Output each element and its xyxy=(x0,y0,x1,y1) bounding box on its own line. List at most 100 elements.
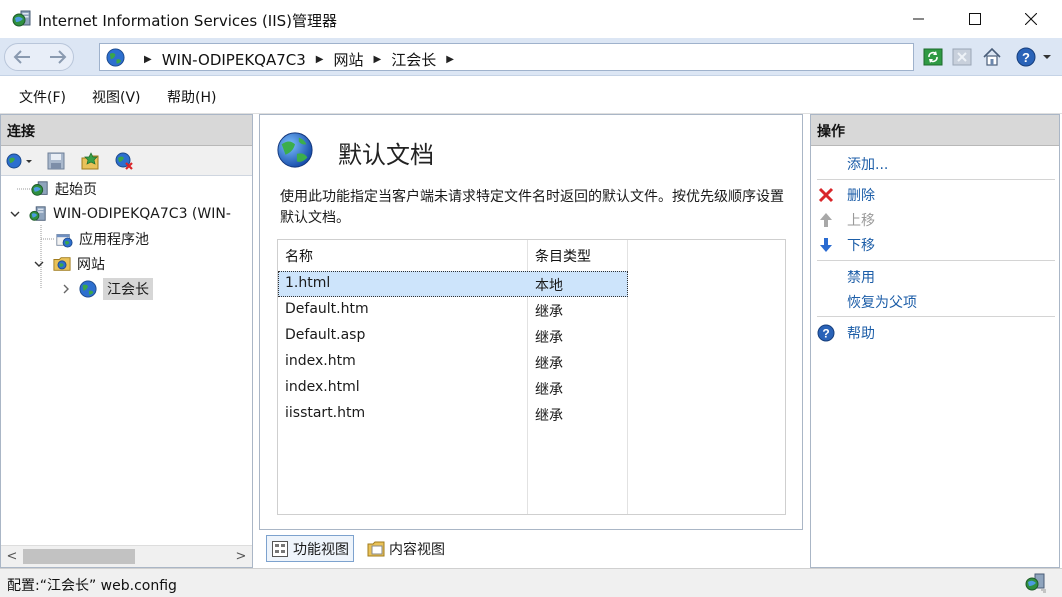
action-disable[interactable]: 禁用 xyxy=(817,266,875,288)
tab-label: 内容视图 xyxy=(389,541,445,558)
scroll-thumb[interactable] xyxy=(23,549,135,564)
menu-help[interactable]: 帮助(H) xyxy=(167,87,216,107)
cell-name: index.html xyxy=(285,379,360,395)
back-button[interactable] xyxy=(4,43,40,71)
breadcrumb-chevron-icon[interactable]: ▶ xyxy=(144,54,152,65)
column-header-type[interactable]: 条目类型 xyxy=(528,240,628,269)
cell-type: 继承 xyxy=(535,304,563,320)
horizontal-scrollbar[interactable]: < > xyxy=(1,545,252,567)
divider xyxy=(817,179,1055,180)
breadcrumb-chevron-icon[interactable]: ▶ xyxy=(446,54,454,65)
globe-icon xyxy=(106,48,125,67)
cell-name: index.htm xyxy=(285,353,356,369)
svg-text:?: ? xyxy=(1022,50,1030,65)
table-row[interactable]: iisstart.htm 继承 xyxy=(278,401,628,427)
page-title: 默认文档 xyxy=(338,141,434,169)
table-row[interactable]: 1.html 本地 xyxy=(278,271,628,297)
save-icon[interactable] xyxy=(46,151,66,171)
address-breadcrumb-box[interactable]: ▶ WIN-ODIPEKQA7C3 ▶ 网站 ▶ 江会长 ▶ xyxy=(99,43,914,71)
tree-item-label: WIN-ODIPEKQA7C3 (WIN- xyxy=(53,206,231,222)
breadcrumb-chevron-icon[interactable]: ▶ xyxy=(374,54,382,65)
action-remove-label[interactable]: 删除 xyxy=(847,185,875,205)
default-documents-list[interactable]: 名称 条目类型 1.html 本地 Default.htm 继承 Default… xyxy=(277,239,786,515)
window-title: Internet Information Services (IIS)管理器 xyxy=(38,12,338,30)
content-view-icon xyxy=(367,541,385,556)
iis-manager-icon xyxy=(12,10,31,27)
actions-header: 操作 xyxy=(811,115,1059,146)
menu-view[interactable]: 视图(V) xyxy=(92,87,141,107)
cell-type: 继承 xyxy=(535,330,563,346)
action-move-up-label: 上移 xyxy=(847,213,875,229)
create-connection-icon[interactable] xyxy=(80,151,100,171)
tree-item-label: 应用程序池 xyxy=(79,232,149,248)
cell-name: 1.html xyxy=(285,275,331,291)
close-icon xyxy=(1025,13,1037,25)
menu-bar: 文件(F) 视图(V) 帮助(H) xyxy=(0,76,1062,114)
table-row[interactable]: Default.htm 继承 xyxy=(278,297,628,323)
table-row[interactable]: index.htm 继承 xyxy=(278,349,628,375)
home-button[interactable] xyxy=(981,46,1003,68)
breadcrumb-site[interactable]: 江会长 xyxy=(391,49,436,70)
table-row[interactable]: index.html 继承 xyxy=(278,375,628,401)
refresh-button[interactable] xyxy=(922,46,944,68)
column-header-name[interactable]: 名称 xyxy=(278,240,527,269)
close-button[interactable] xyxy=(1008,0,1054,38)
chevron-down-icon[interactable] xyxy=(9,208,21,220)
tree-item-label: 起始页 xyxy=(55,182,97,198)
tree-item-sites[interactable]: 网站 xyxy=(33,253,105,275)
features-view-icon xyxy=(272,540,288,557)
scroll-right-icon[interactable]: > xyxy=(233,549,249,565)
help-icon: ? xyxy=(817,324,835,342)
arrow-down-icon xyxy=(817,236,835,254)
view-tabs: 功能视图 内容视图 xyxy=(259,532,803,566)
cell-type: 继承 xyxy=(535,382,563,398)
action-help-label[interactable]: 帮助 xyxy=(847,323,875,343)
table-row[interactable]: Default.asp 继承 xyxy=(278,323,628,349)
remove-icon xyxy=(817,186,835,204)
server-status-icon xyxy=(1025,573,1046,593)
breadcrumb: ▶ WIN-ODIPEKQA7C3 ▶ 网站 ▶ 江会长 ▶ xyxy=(134,49,464,70)
action-help[interactable]: ? 帮助 xyxy=(817,322,875,344)
maximize-icon xyxy=(969,13,981,25)
forward-button[interactable] xyxy=(40,43,76,71)
cell-name: Default.htm xyxy=(285,301,369,317)
tree-item-start-page[interactable]: 起始页 xyxy=(31,178,97,200)
maximize-button[interactable] xyxy=(952,0,998,38)
action-revert-to-parent[interactable]: 恢复为父项 xyxy=(817,291,917,313)
action-revert-label[interactable]: 恢复为父项 xyxy=(847,292,917,312)
connections-toolbar xyxy=(1,146,252,176)
disconnect-icon[interactable] xyxy=(114,151,134,171)
chevron-down-icon[interactable] xyxy=(33,258,45,270)
feature-pane: 默认文档 使用此功能指定当客户端未请求特定文件名时返回的默认文件。按优先级顺序设… xyxy=(259,114,803,530)
action-move-down-label[interactable]: 下移 xyxy=(847,235,875,255)
connect-dropdown-icon[interactable] xyxy=(5,151,35,171)
tree-item-app-pools[interactable]: 应用程序池 xyxy=(55,228,149,250)
action-remove[interactable]: 删除 xyxy=(817,184,875,206)
breadcrumb-server[interactable]: WIN-ODIPEKQA7C3 xyxy=(162,51,306,69)
actions-pane: 操作 添加... 删除 上移 下移 禁用 恢复为父项 ? 帮助 xyxy=(810,114,1060,568)
action-add[interactable]: 添加... xyxy=(817,153,888,175)
cell-type: 继承 xyxy=(535,356,563,372)
tree-item-label: 网站 xyxy=(77,257,105,273)
tab-features-view[interactable]: 功能视图 xyxy=(266,535,354,562)
stop-button[interactable] xyxy=(951,46,973,68)
action-move-down[interactable]: 下移 xyxy=(817,234,875,256)
app-pool-icon xyxy=(56,234,73,248)
breadcrumb-chevron-icon[interactable]: ▶ xyxy=(316,54,324,65)
minimize-icon xyxy=(913,18,924,20)
chevron-right-icon[interactable] xyxy=(61,283,71,295)
action-disable-label[interactable]: 禁用 xyxy=(847,267,875,287)
sites-folder-icon xyxy=(53,257,71,271)
server-icon xyxy=(29,206,46,221)
help-dropdown-button[interactable]: ? xyxy=(1016,46,1054,68)
minimize-button[interactable] xyxy=(896,0,942,38)
svg-text:?: ? xyxy=(822,327,829,341)
action-add-label[interactable]: 添加... xyxy=(847,154,888,174)
divider xyxy=(817,316,1055,317)
menu-file[interactable]: 文件(F) xyxy=(19,87,66,107)
tree-item-server[interactable]: WIN-ODIPEKQA7C3 (WIN- xyxy=(9,203,231,225)
tab-content-view[interactable]: 内容视图 xyxy=(363,535,449,562)
breadcrumb-sites[interactable]: 网站 xyxy=(333,49,363,70)
scroll-left-icon[interactable]: < xyxy=(4,549,20,565)
tree-item-site-selected[interactable]: 江会长 xyxy=(61,278,153,300)
